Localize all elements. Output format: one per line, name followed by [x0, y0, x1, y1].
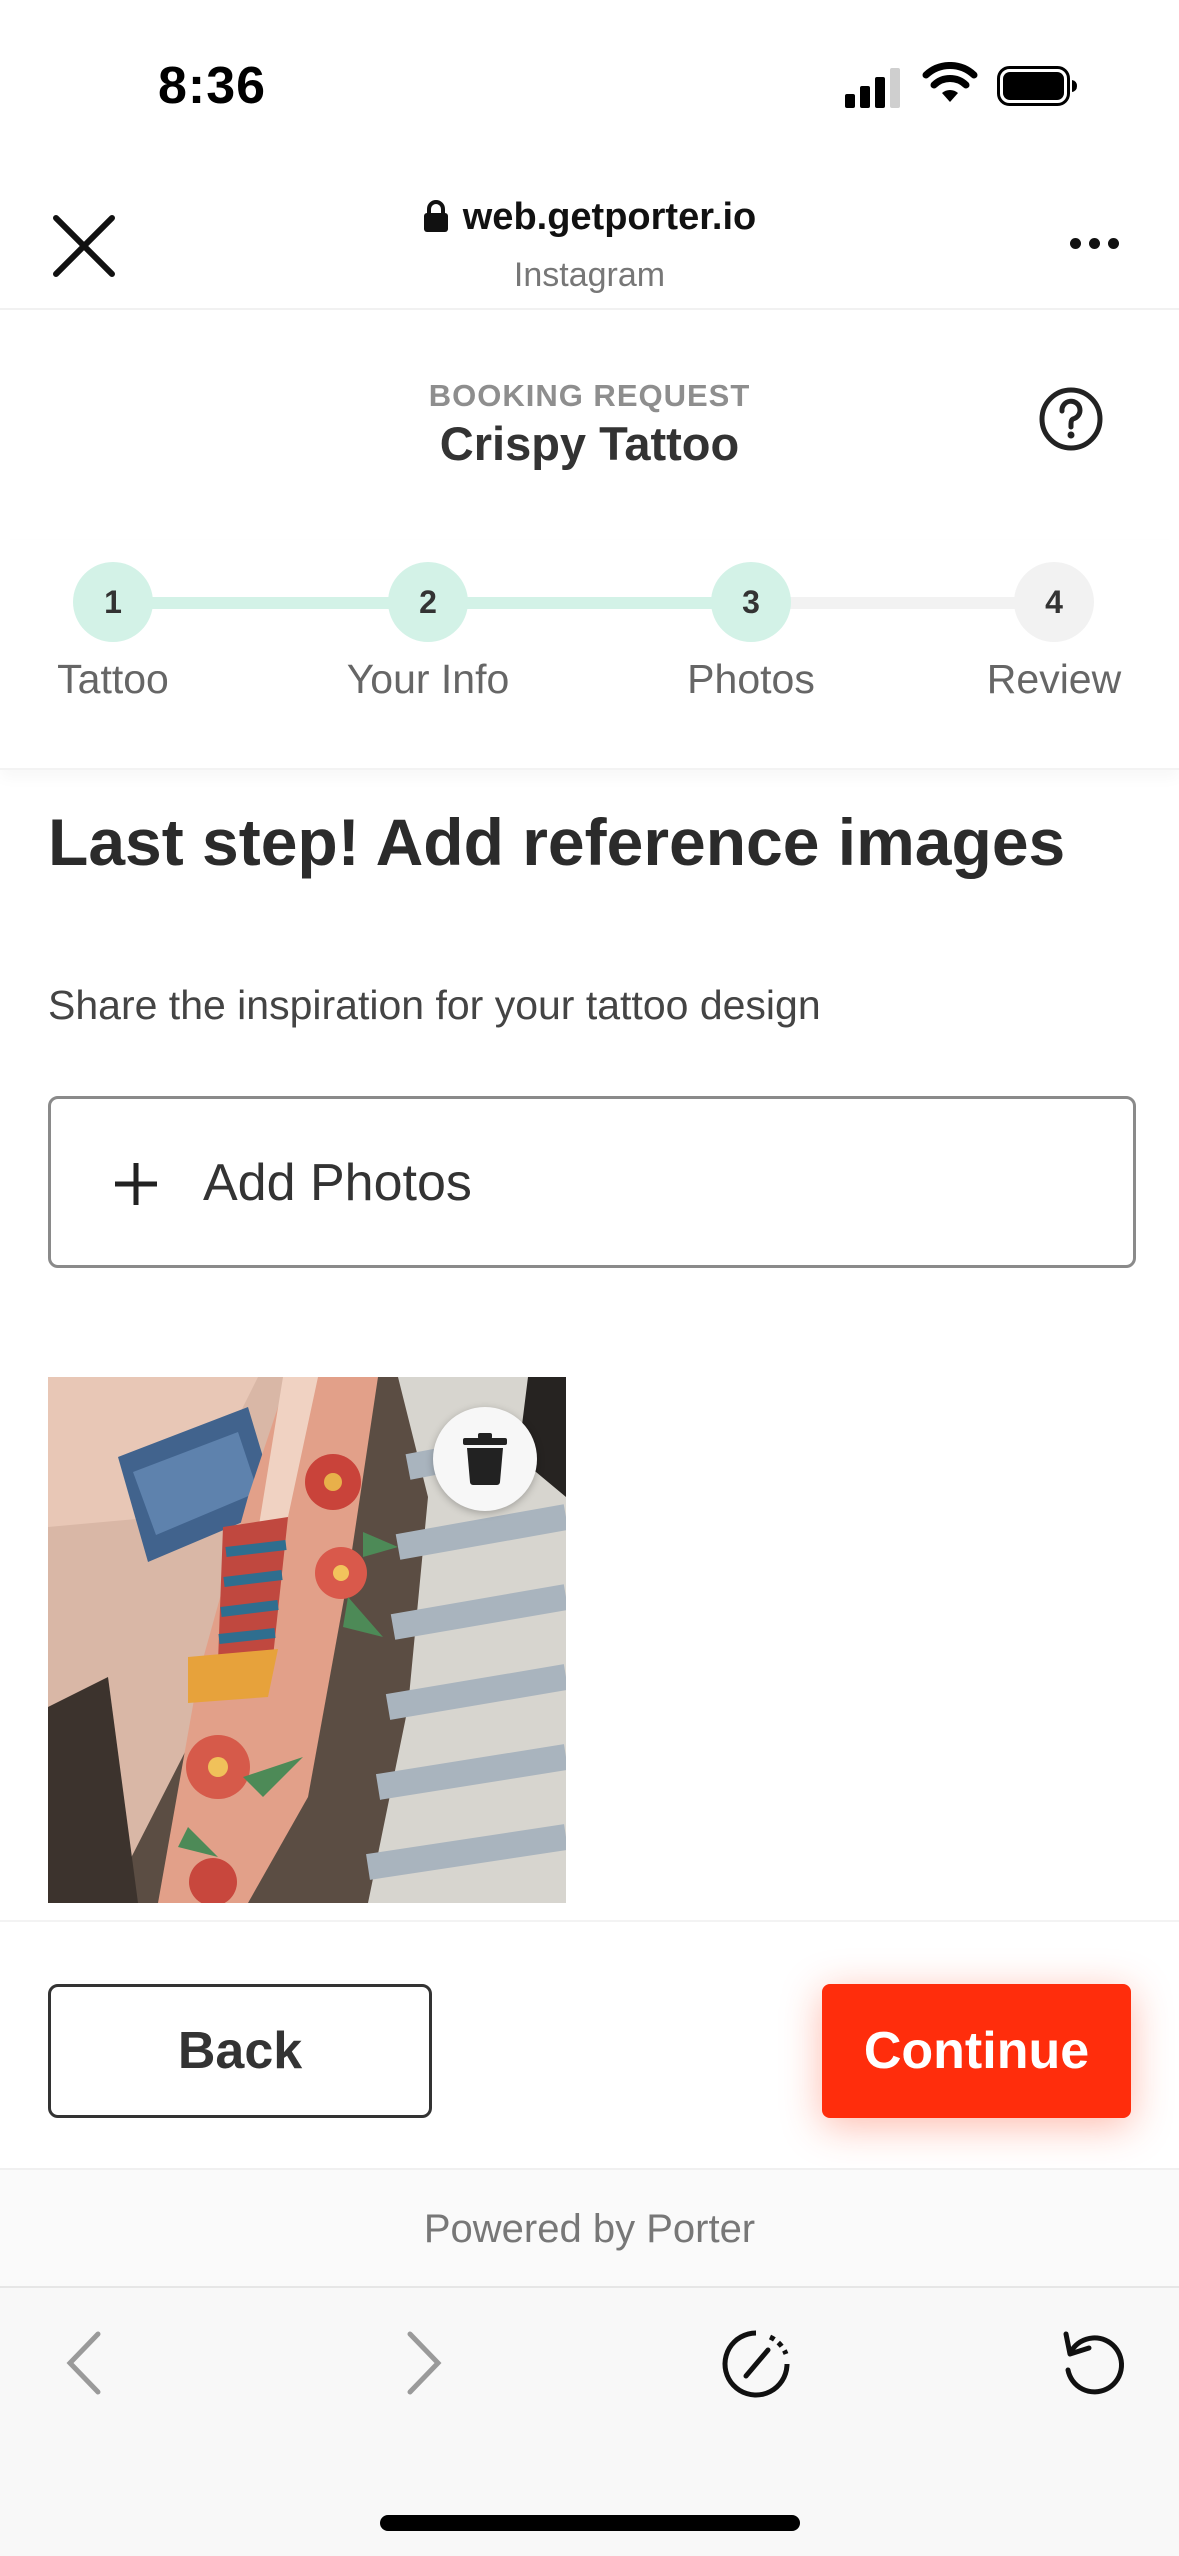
help-icon[interactable] — [1038, 386, 1104, 452]
back-button[interactable]: Back — [48, 1984, 432, 2118]
url-source: Instagram — [513, 256, 666, 294]
add-photos-button[interactable]: Add Photos — [48, 1096, 1136, 1268]
url-bar[interactable]: web.getporter.io — [0, 196, 1179, 239]
step-2-label: Your Info — [346, 656, 510, 702]
home-indicator — [380, 2515, 800, 2531]
step-1-circle: 1 — [73, 562, 153, 642]
progress-stepper: 1 2 3 4 Tattoo Your Info Photos Review — [0, 540, 1179, 770]
page-title: Last step! Add reference images — [48, 805, 1066, 879]
battery-icon — [997, 66, 1077, 106]
continue-button[interactable]: Continue — [822, 1984, 1131, 2118]
url-text: web.getporter.io — [462, 196, 757, 238]
signal-icon — [845, 66, 901, 108]
step-2-circle: 2 — [388, 562, 468, 642]
status-bar: 8:36 — [0, 0, 1179, 170]
booking-request-label: BOOKING REQUEST — [428, 378, 751, 413]
lock-icon — [423, 200, 448, 232]
wifi-icon — [922, 62, 978, 102]
plus-icon — [115, 1163, 157, 1205]
delete-photo-button[interactable] — [433, 1407, 537, 1511]
step-3-circle: 3 — [711, 562, 791, 642]
forward-arrow-icon[interactable] — [398, 2330, 448, 2396]
status-time: 8:36 — [158, 57, 267, 115]
step-3-label: Photos — [687, 656, 815, 702]
powered-by-footer: Powered by Porter — [0, 2168, 1179, 2288]
more-icon[interactable] — [1070, 238, 1120, 250]
add-photos-label: Add Photos — [203, 1154, 472, 1212]
speedometer-icon[interactable] — [720, 2328, 792, 2400]
reload-icon[interactable] — [1058, 2328, 1128, 2398]
page-subtitle: Share the inspiration for your tattoo de… — [48, 982, 821, 1028]
trash-icon — [463, 1433, 507, 1485]
back-arrow-icon[interactable] — [60, 2330, 110, 2396]
business-name: Crispy Tattoo — [439, 417, 740, 470]
step-4-label: Review — [986, 656, 1122, 702]
step-1-label: Tattoo — [57, 656, 169, 702]
step-4-circle: 4 — [1014, 562, 1094, 642]
step-connector — [751, 597, 1054, 609]
